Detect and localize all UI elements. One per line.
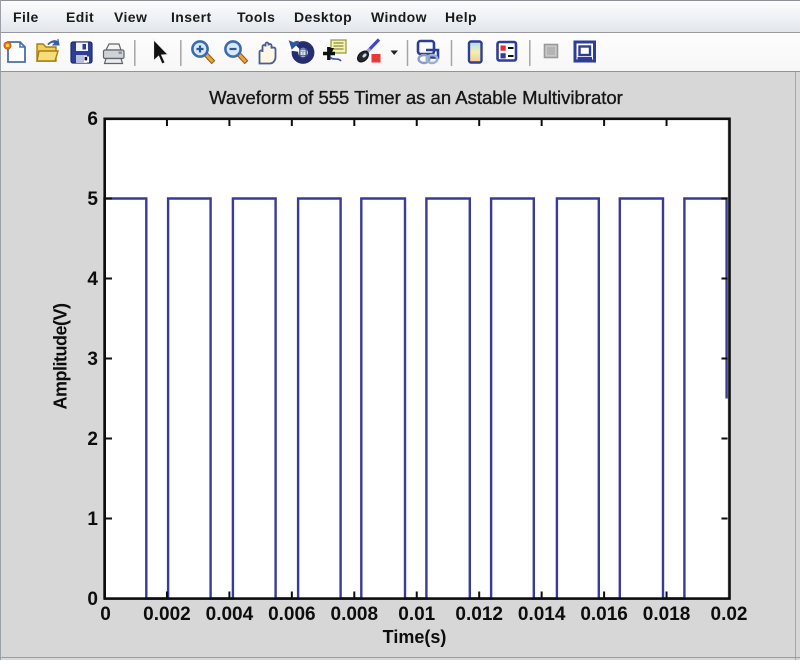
svg-text:0.006: 0.006 [268,604,316,625]
svg-text:0: 0 [100,604,111,625]
svg-text:0: 0 [87,589,98,610]
svg-text:Waveform of 555 Timer as an As: Waveform of 555 Timer as an Astable Mult… [209,87,623,108]
svg-text:Amplitude(V): Amplitude(V) [51,303,71,409]
svg-text:5: 5 [87,189,98,210]
svg-text:6: 6 [87,109,98,130]
svg-text:0.016: 0.016 [580,604,628,625]
svg-text:1: 1 [87,509,98,530]
svg-text:4: 4 [87,269,98,290]
svg-text:0.012: 0.012 [455,604,503,625]
svg-text:0.01: 0.01 [398,604,435,625]
svg-text:0.008: 0.008 [331,604,379,625]
svg-text:0.02: 0.02 [711,604,748,625]
svg-text:0.002: 0.002 [143,604,191,625]
svg-text:Time(s): Time(s) [383,627,447,647]
svg-text:0.014: 0.014 [518,604,566,625]
svg-text:0.018: 0.018 [643,604,691,625]
svg-text:2: 2 [87,429,98,450]
svg-text:0.004: 0.004 [206,604,254,625]
svg-text:3: 3 [87,349,98,370]
